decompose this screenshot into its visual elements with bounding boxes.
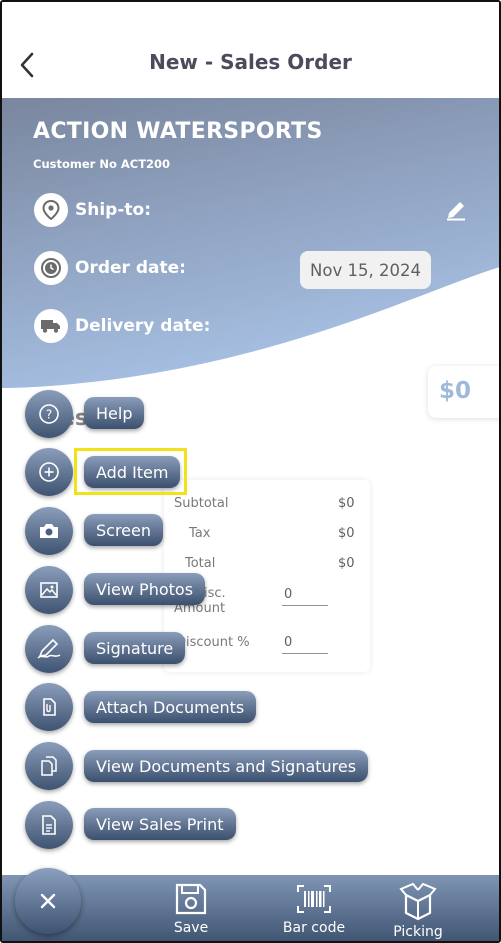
signature-icon: [37, 638, 61, 659]
add-item-fab[interactable]: [25, 448, 73, 496]
save-label: Save: [173, 920, 209, 936]
picking-box-icon: [399, 882, 437, 921]
documents-icon: [41, 756, 57, 776]
add-item-highlight-box: [74, 448, 187, 495]
close-menu-button[interactable]: [15, 868, 81, 934]
barcode-label: Bar code: [282, 920, 346, 936]
view-documents-fab[interactable]: [25, 742, 73, 790]
view-documents-menu-item[interactable]: View Documents and Signatures: [84, 750, 369, 782]
print-document-icon: [42, 815, 56, 835]
attach-documents-fab[interactable]: [25, 683, 73, 731]
picking-label: Picking: [393, 924, 443, 940]
screen-fab[interactable]: [25, 507, 73, 555]
save-icon: [175, 883, 207, 915]
signature-menu-item[interactable]: Signature: [84, 632, 186, 664]
top-bar: New - Sales Order: [2, 2, 499, 98]
add-circle-icon: [39, 462, 59, 482]
camera-icon: [40, 524, 58, 538]
signature-fab[interactable]: [25, 625, 73, 673]
picking-button[interactable]: Picking: [378, 878, 458, 941]
app-screen: New - Sales Order ACTION WATERSPORTS Cus…: [0, 0, 501, 943]
view-sales-print-fab[interactable]: [25, 801, 73, 849]
save-button[interactable]: Save: [151, 878, 231, 941]
svg-text:?: ?: [46, 408, 52, 422]
barcode-button[interactable]: Bar code: [274, 878, 354, 941]
view-photos-menu-item[interactable]: View Photos: [84, 573, 206, 605]
help-menu-item[interactable]: Help: [84, 397, 145, 429]
help-fab[interactable]: ?: [25, 390, 73, 438]
page-title: New - Sales Order: [149, 50, 352, 74]
help-icon: ?: [39, 404, 59, 424]
close-icon: [40, 893, 56, 909]
view-sales-print-menu-item[interactable]: View Sales Print: [84, 808, 236, 840]
attach-document-icon: [43, 698, 56, 716]
view-photos-fab[interactable]: [25, 566, 73, 614]
screen-menu-item[interactable]: Screen: [84, 514, 164, 546]
image-icon: [40, 582, 58, 598]
barcode-icon: [297, 885, 331, 913]
attach-documents-menu-item[interactable]: Attach Documents: [84, 691, 257, 723]
